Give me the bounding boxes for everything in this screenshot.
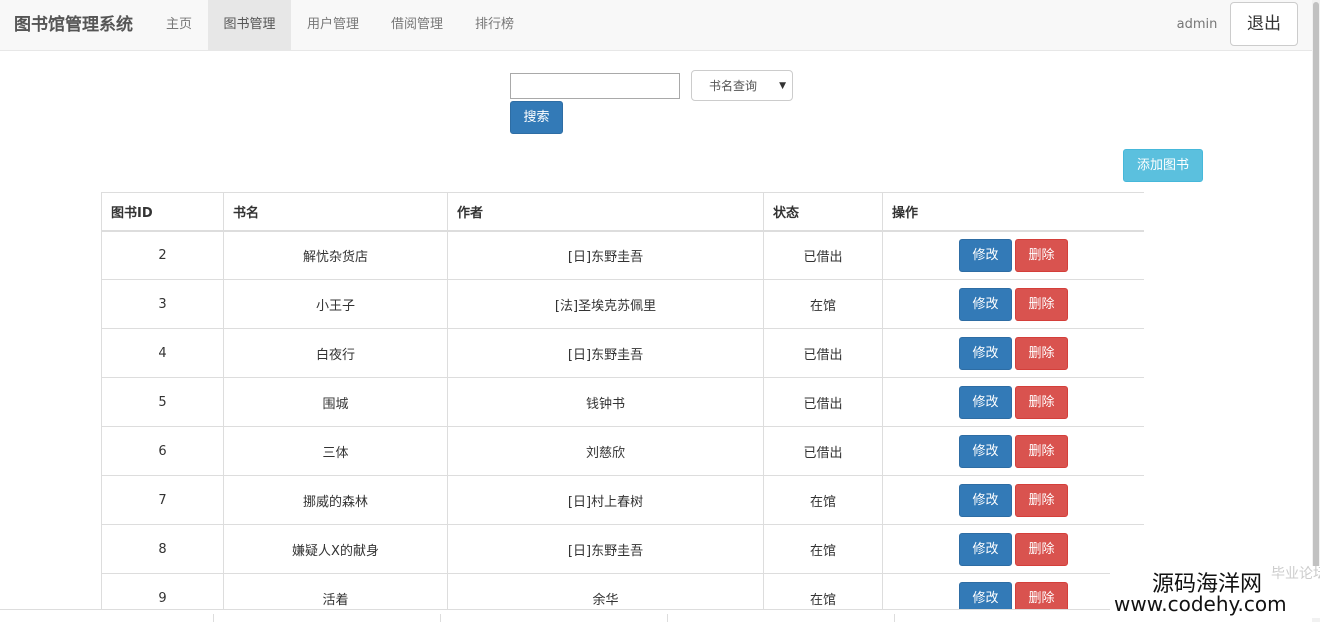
- search-button[interactable]: 搜索: [510, 101, 563, 134]
- table-header-row: 图书ID 书名 作者 状态 操作: [101, 192, 1144, 232]
- table-row: 7 挪威的森林 [日]村上春树 在馆 修改 删除: [101, 475, 1144, 525]
- table-row: 3 小王子 [法]圣埃克苏佩里 在馆 修改 删除: [101, 279, 1144, 329]
- cell-status: 在馆: [763, 475, 883, 525]
- cell-status: 已借出: [763, 230, 883, 280]
- page-scrollbar[interactable]: [1312, 0, 1320, 622]
- cell-title: 解忧杂货店: [223, 230, 448, 280]
- cell-book-id: 9: [101, 573, 224, 609]
- edit-button[interactable]: 修改: [959, 483, 1012, 517]
- cell-actions: 修改 删除: [882, 377, 1144, 427]
- nav-item-book-management[interactable]: 图书管理: [208, 0, 291, 50]
- cell-status: 在馆: [763, 524, 883, 574]
- edit-button[interactable]: 修改: [959, 532, 1012, 566]
- table-row: 8 嫌疑人X的献身 [日]东野圭吾 在馆 修改 删除: [101, 524, 1144, 574]
- cell-title: 挪威的森林: [223, 475, 448, 525]
- tick-divider: [894, 614, 895, 622]
- cell-title: 嫌疑人X的献身: [223, 524, 448, 574]
- search-input[interactable]: [510, 73, 680, 99]
- delete-button[interactable]: 删除: [1015, 336, 1068, 370]
- nav-item-home[interactable]: 主页: [151, 0, 207, 50]
- books-table-container[interactable]: 图书ID 书名 作者 状态 操作 2 解忧杂货店 [日]东野圭吾 已借出 修改删…: [101, 192, 1144, 609]
- search-type-selected: 书名查询: [709, 79, 758, 93]
- edit-button[interactable]: 修改: [959, 385, 1012, 419]
- header-book-id: 图书ID: [101, 192, 224, 232]
- cell-actions: 修改 删除: [882, 524, 1144, 574]
- delete-button[interactable]: 删除: [1015, 434, 1068, 468]
- cell-book-id: 2: [101, 230, 224, 280]
- dropdown-caret-icon: ▼: [779, 81, 786, 91]
- cell-title: 活着: [223, 573, 448, 609]
- books-table: 图书ID 书名 作者 状态 操作 2 解忧杂货店 [日]东野圭吾 已借出 修改删…: [101, 192, 1144, 609]
- cell-book-id: 5: [101, 377, 224, 427]
- cell-author: 余华: [447, 573, 764, 609]
- header-author: 作者: [447, 192, 764, 232]
- cell-author: [日]东野圭吾: [447, 328, 764, 378]
- cell-status: 在馆: [763, 279, 883, 329]
- logout-button[interactable]: 退出: [1230, 2, 1298, 46]
- cell-actions: 修改 删除: [882, 328, 1144, 378]
- current-user[interactable]: admin: [1170, 0, 1224, 50]
- add-book-button[interactable]: 添加图书: [1123, 149, 1203, 182]
- cell-title: 围城: [223, 377, 448, 427]
- edit-button[interactable]: 修改: [959, 336, 1012, 370]
- delete-button[interactable]: 删除: [1015, 532, 1068, 566]
- nav-item-borrow-management[interactable]: 借阅管理: [375, 0, 459, 50]
- cell-author: [法]圣埃克苏佩里: [447, 279, 764, 329]
- cell-author: 钱钟书: [447, 377, 764, 427]
- delete-button[interactable]: 删除: [1015, 581, 1068, 609]
- edit-button[interactable]: 修改: [959, 238, 1012, 272]
- cell-title: 小王子: [223, 279, 448, 329]
- navbar: 图书馆管理系统 主页 图书管理 用户管理 借阅管理 排行榜 admin 退出: [0, 0, 1312, 51]
- watermark-faint-text: 毕业论坛: [1271, 566, 1320, 582]
- cell-book-id: 7: [101, 475, 224, 525]
- delete-button[interactable]: 删除: [1015, 238, 1068, 272]
- table-row: 5 围城 钱钟书 已借出 修改 删除: [101, 377, 1144, 427]
- cell-author: [日]东野圭吾: [447, 524, 764, 574]
- table-row: 6 三体 刘慈欣 已借出 修改 删除: [101, 426, 1144, 476]
- cell-actions: 修改 删除: [882, 573, 1144, 609]
- nav-item-user-management[interactable]: 用户管理: [291, 0, 375, 50]
- cell-title: 三体: [223, 426, 448, 476]
- edit-button[interactable]: 修改: [959, 581, 1012, 609]
- edit-button[interactable]: 修改: [959, 287, 1012, 321]
- table-row: 9 活着 余华 在馆 修改 删除: [101, 573, 1144, 609]
- table-row: 2 解忧杂货店 [日]东野圭吾 已借出 修改 删除: [101, 230, 1144, 280]
- scrollbar-thumb[interactable]: [1313, 2, 1319, 592]
- cell-author: [日]东野圭吾: [447, 230, 764, 280]
- tick-divider: [213, 614, 214, 622]
- delete-button[interactable]: 删除: [1015, 385, 1068, 419]
- cell-actions: 修改 删除: [882, 426, 1144, 476]
- table-row: 4 白夜行 [日]东野圭吾 已借出 修改 删除: [101, 328, 1144, 378]
- cell-status: 在馆: [763, 573, 883, 609]
- edit-button[interactable]: 修改: [959, 434, 1012, 468]
- header-actions: 操作: [882, 192, 1144, 232]
- cell-book-id: 4: [101, 328, 224, 378]
- cell-title: 白夜行: [223, 328, 448, 378]
- header-title: 书名: [223, 192, 448, 232]
- nav-item-ranking[interactable]: 排行榜: [459, 0, 530, 50]
- brand-title[interactable]: 图书馆管理系统: [14, 0, 133, 50]
- tick-divider: [440, 614, 441, 622]
- cell-actions: 修改 删除: [882, 230, 1144, 280]
- cell-author: 刘慈欣: [447, 426, 764, 476]
- cell-status: 已借出: [763, 377, 883, 427]
- cell-status: 已借出: [763, 426, 883, 476]
- cell-book-id: 3: [101, 279, 224, 329]
- cell-book-id: 6: [101, 426, 224, 476]
- tick-divider: [667, 614, 668, 622]
- cell-book-id: 8: [101, 524, 224, 574]
- cell-status: 已借出: [763, 328, 883, 378]
- header-status: 状态: [763, 192, 883, 232]
- cell-actions: 修改 删除: [882, 475, 1144, 525]
- delete-button[interactable]: 删除: [1015, 287, 1068, 321]
- search-type-select[interactable]: 书名查询 ▼: [691, 70, 793, 101]
- watermark-url: www.codehy.com: [1114, 592, 1287, 616]
- delete-button[interactable]: 删除: [1015, 483, 1068, 517]
- cell-actions: 修改 删除: [882, 279, 1144, 329]
- cell-author: [日]村上春树: [447, 475, 764, 525]
